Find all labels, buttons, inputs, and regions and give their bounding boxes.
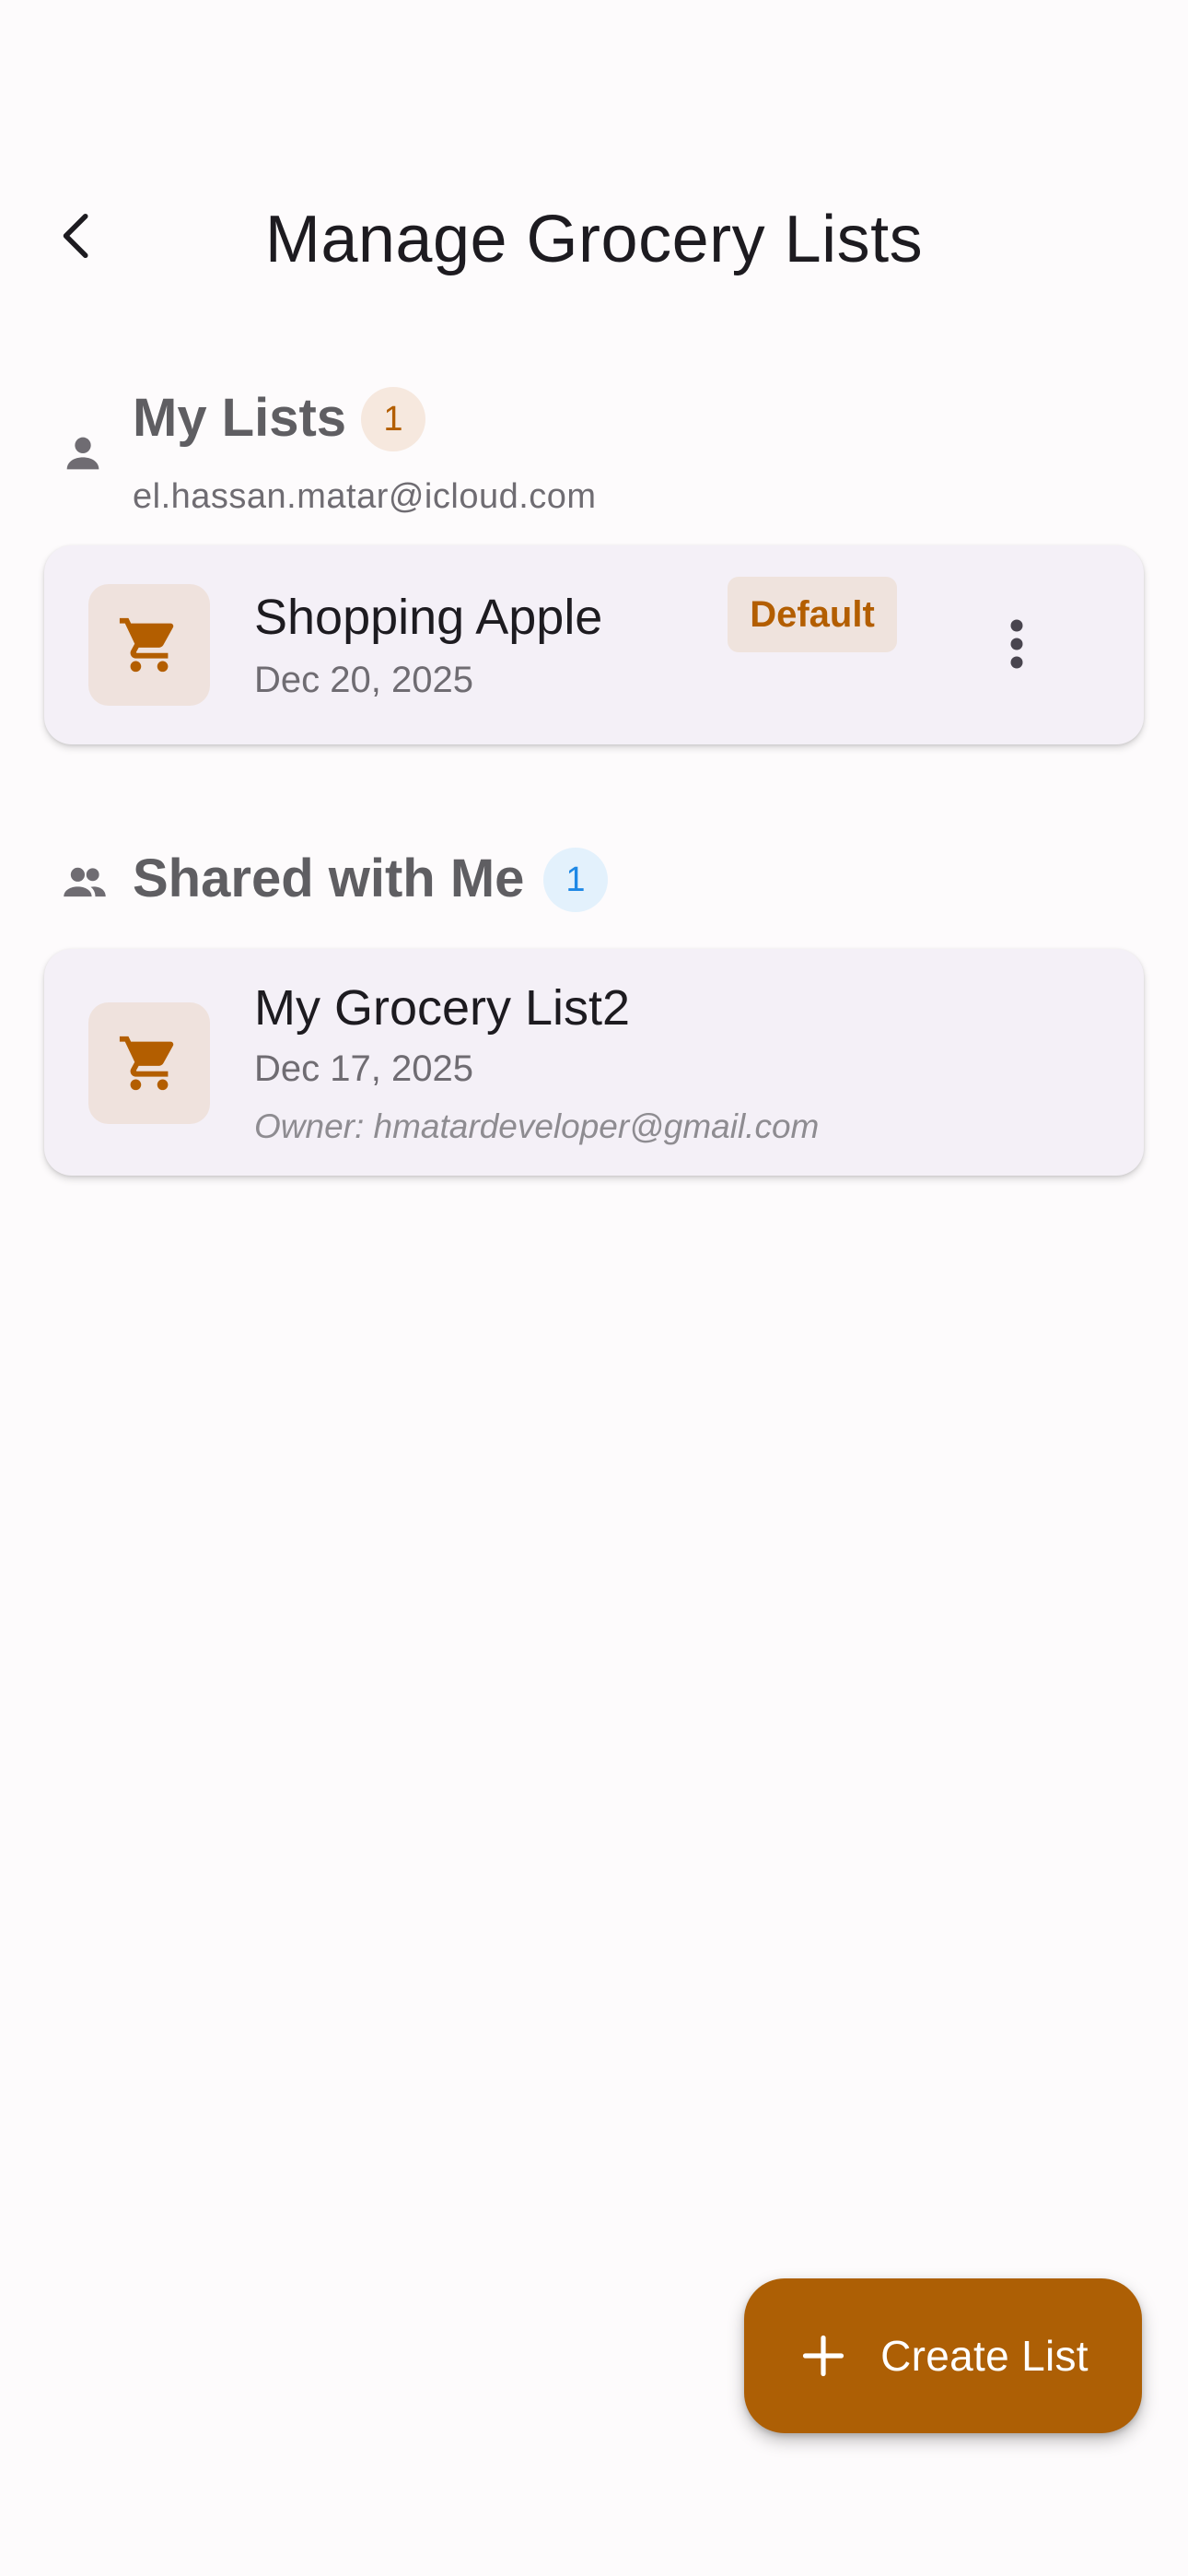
- list-name: Shopping Apple: [254, 590, 603, 645]
- list-owner: Owner: hmatardeveloper@gmail.com: [254, 1107, 820, 1145]
- shared-lists-title: Shared with Me: [133, 849, 525, 908]
- shared-lists-count-badge: 1: [543, 848, 608, 912]
- more-vert-icon: [1010, 619, 1023, 669]
- top-app-bar: Manage Grocery Lists: [0, 157, 1188, 322]
- list-card-shopping-apple[interactable]: Shopping Apple Dec 20, 2025 Default: [44, 545, 1144, 744]
- create-list-button[interactable]: Create List: [744, 2278, 1142, 2433]
- plus-icon: [798, 2330, 849, 2382]
- shopping-cart-icon: [119, 1036, 174, 1091]
- my-lists-header: My Lists 1 el.hassan.matar@icloud.com: [0, 387, 1188, 534]
- my-lists-count-badge: 1: [361, 387, 425, 451]
- shopping-cart-icon: [119, 617, 174, 673]
- person-icon: [55, 426, 111, 481]
- shared-lists-header: Shared with Me 1: [0, 848, 1188, 931]
- user-email: el.hassan.matar@icloud.com: [133, 477, 597, 516]
- list-icon-tile: [88, 1002, 210, 1124]
- list-date: Dec 17, 2025: [254, 1048, 473, 1089]
- list-options-button[interactable]: [980, 603, 1054, 685]
- default-badge: Default: [728, 577, 897, 652]
- page-title: Manage Grocery Lists: [264, 203, 924, 276]
- people-icon: [53, 855, 116, 910]
- list-icon-tile: [88, 584, 210, 706]
- my-lists-title: My Lists: [133, 388, 347, 448]
- list-name: My Grocery List2: [254, 980, 631, 1036]
- list-date: Dec 20, 2025: [254, 660, 473, 700]
- create-list-label: Create List: [880, 2332, 1089, 2380]
- manage-lists-screen: Manage Grocery Lists My Lists 1 el.hassa…: [0, 0, 1188, 2576]
- list-card-my-grocery-list2[interactable]: My Grocery List2 Dec 17, 2025 Owner: hma…: [44, 949, 1144, 1176]
